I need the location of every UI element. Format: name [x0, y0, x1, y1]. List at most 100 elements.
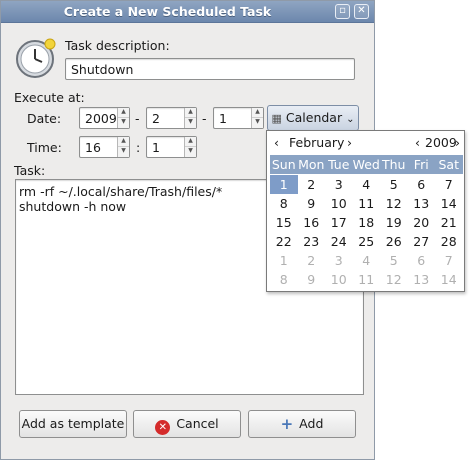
calendar-day[interactable]: 4 — [353, 251, 381, 270]
minute-value: 1 — [152, 140, 160, 155]
calendar-day[interactable]: 21 — [435, 213, 463, 232]
calendar-day[interactable]: 1 — [270, 251, 298, 270]
chevron-down-icon: ⌄ — [346, 114, 355, 125]
calendar-day[interactable]: 13 — [408, 270, 436, 289]
month-spinner[interactable]: 2 ▲ ▼ — [146, 107, 197, 129]
description-input[interactable]: Shutdown — [65, 58, 355, 80]
calendar-day[interactable]: 18 — [353, 213, 381, 232]
weekday-label: Tue — [328, 157, 350, 172]
calendar-day[interactable]: 19 — [380, 213, 408, 232]
window-title: Create a New Scheduled Task — [63, 4, 272, 19]
calendar-day[interactable]: 11 — [353, 194, 381, 213]
hour-value: 16 — [85, 140, 101, 155]
add-button[interactable]: + Add — [248, 410, 356, 438]
date-separator: - — [202, 111, 207, 126]
day-down-arrow-icon[interactable]: ▼ — [252, 118, 263, 128]
minute-spinner[interactable]: 1 ▲ ▼ — [146, 136, 197, 158]
hour-up-arrow-icon[interactable]: ▲ — [118, 137, 129, 147]
calendar-month: February — [289, 135, 345, 150]
maximize-button[interactable]: ▫ — [335, 4, 350, 19]
task-label: Task: — [14, 163, 46, 178]
calendar-day[interactable]: 9 — [298, 194, 326, 213]
cancel-button[interactable]: ✕ Cancel — [133, 410, 241, 438]
close-button[interactable]: ✕ — [354, 4, 369, 19]
time-separator: : — [136, 140, 141, 155]
calendar-day[interactable]: 23 — [298, 232, 326, 251]
month-up-arrow-icon[interactable]: ▲ — [185, 108, 196, 118]
calendar-day[interactable]: 14 — [435, 270, 463, 289]
calendar-day[interactable]: 6 — [408, 251, 436, 270]
calendar-day[interactable]: 27 — [408, 232, 436, 251]
month-down-arrow-icon[interactable]: ▼ — [185, 118, 196, 128]
calendar-day[interactable]: 14 — [435, 194, 463, 213]
weekday-label: Mon — [298, 157, 325, 172]
calendar-day[interactable]: 7 — [435, 175, 463, 194]
calendar-day[interactable]: 3 — [325, 251, 353, 270]
hour-down-arrow-icon[interactable]: ▼ — [118, 147, 129, 157]
calendar-day[interactable]: 13 — [408, 194, 436, 213]
calendar-day[interactable]: 5 — [380, 175, 408, 194]
close-icon: ✕ — [357, 5, 366, 16]
day-value: 1 — [219, 111, 227, 126]
titlebar[interactable]: Create a New Scheduled Task ▫ ✕ — [1, 1, 374, 23]
date-label: Date: — [27, 111, 62, 126]
calendar-day[interactable]: 28 — [435, 232, 463, 251]
day-spinner[interactable]: 1 ▲ ▼ — [213, 107, 264, 129]
add-as-template-label: Add as template — [21, 416, 125, 431]
calendar-header: ‹ February › ‹ 2009 › — [267, 133, 464, 153]
calendar-day[interactable]: 2 — [298, 175, 326, 194]
minute-up-arrow-icon[interactable]: ▲ — [185, 137, 196, 147]
calendar-day[interactable]: 12 — [380, 270, 408, 289]
calendar-day[interactable]: 7 — [435, 251, 463, 270]
calendar-day[interactable]: 4 — [353, 175, 381, 194]
calendar-day[interactable]: 25 — [353, 232, 381, 251]
calendar-popup: ‹ February › ‹ 2009 › Sun Mon Tue Wed Th… — [266, 130, 465, 292]
add-as-template-button[interactable]: Add as template — [19, 410, 127, 438]
hour-spinner[interactable]: 16 ▲ ▼ — [79, 136, 130, 158]
minute-down-arrow-icon[interactable]: ▼ — [185, 147, 196, 157]
execute-label: Execute at: — [14, 90, 85, 105]
year-down-arrow-icon[interactable]: ▼ — [118, 118, 129, 128]
calendar-icon: ▦ — [271, 112, 282, 125]
calendar-day[interactable]: 10 — [325, 194, 353, 213]
year-value: 2009 — [85, 111, 117, 126]
add-label: Add — [299, 416, 324, 431]
calendar-day[interactable]: 20 — [408, 213, 436, 232]
calendar-day[interactable]: 17 — [325, 213, 353, 232]
calendar-day[interactable]: 24 — [325, 232, 353, 251]
calendar-day[interactable]: 22 — [270, 232, 298, 251]
calendar-day[interactable]: 15 — [270, 213, 298, 232]
calendar-day[interactable]: 26 — [380, 232, 408, 251]
next-year-arrow-icon[interactable]: › — [455, 135, 460, 150]
prev-year-arrow-icon[interactable]: ‹ — [415, 135, 420, 150]
calendar-button[interactable]: ▦ Calendar ⌄ — [267, 105, 359, 131]
calendar-day[interactable]: 16 — [298, 213, 326, 232]
calendar-day[interactable]: 9 — [298, 270, 326, 289]
weekday-label: Sun — [271, 157, 296, 172]
calendar-day[interactable]: 5 — [380, 251, 408, 270]
calendar-day[interactable]: 3 — [325, 175, 353, 194]
calendar-day[interactable]: 1 — [270, 175, 298, 194]
description-label: Task description: — [65, 38, 170, 53]
month-value: 2 — [152, 111, 160, 126]
calendar-year: 2009 — [425, 135, 457, 150]
calendar-day[interactable]: 11 — [353, 270, 381, 289]
calendar-button-label: Calendar — [285, 110, 343, 125]
year-spinner[interactable]: 2009 ▲ ▼ — [79, 107, 130, 129]
date-separator: - — [135, 111, 140, 126]
weekday-header: Sun Mon Tue Wed Thu Fri Sat — [270, 155, 463, 174]
calendar-day[interactable]: 8 — [270, 270, 298, 289]
calendar-day[interactable]: 12 — [380, 194, 408, 213]
next-month-arrow-icon[interactable]: › — [347, 135, 352, 150]
calendar-day[interactable]: 6 — [408, 175, 436, 194]
maximize-icon: ▫ — [339, 5, 346, 16]
calendar-day[interactable]: 2 — [298, 251, 326, 270]
year-up-arrow-icon[interactable]: ▲ — [118, 108, 129, 118]
calendar-day[interactable]: 10 — [325, 270, 353, 289]
weekday-label: Thu — [382, 157, 406, 172]
clock-icon — [16, 38, 56, 78]
calendar-day[interactable]: 8 — [270, 194, 298, 213]
day-up-arrow-icon[interactable]: ▲ — [252, 108, 263, 118]
cancel-icon: ✕ — [155, 420, 171, 435]
prev-month-arrow-icon[interactable]: ‹ — [274, 135, 279, 150]
